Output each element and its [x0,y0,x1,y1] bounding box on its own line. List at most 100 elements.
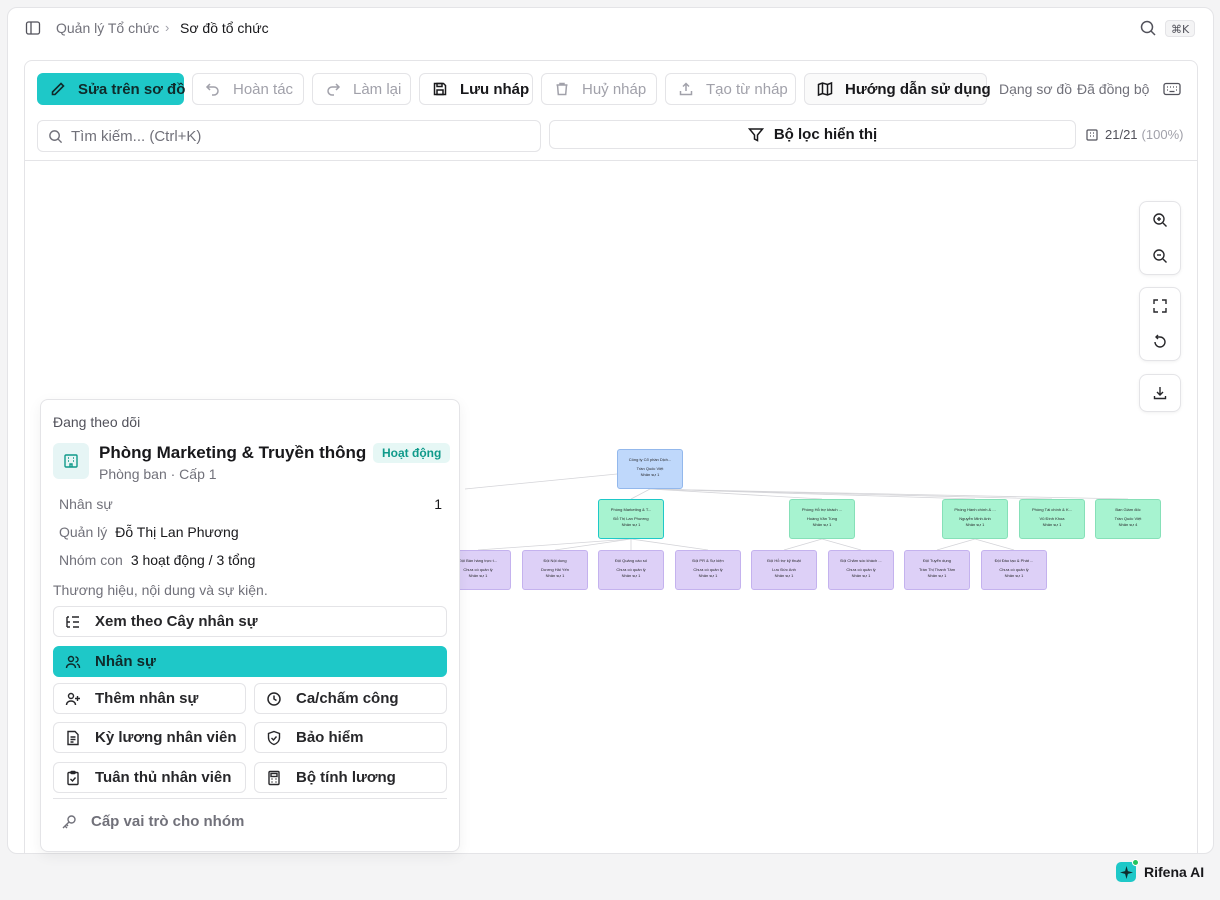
shield-check-icon [267,730,281,745]
user-guide-button[interactable]: Hướng dẫn sử dụng [804,73,991,105]
org-node-team[interactable]: Đội Nội dung Dương Hải Yến Nhân sự 1 [522,550,588,590]
card-subtitle: Phòng ban · Cấp 1 [99,466,217,482]
org-node-department-count: Nhân sự 1 [1042,522,1062,527]
org-node-team-count: Nhân sự 1 [621,573,641,578]
org-node-team[interactable]: Đội Hỗ trợ kỹ thuật Lưu Đức Anh Nhân sự 1 [751,550,817,590]
reset-icon [1154,334,1166,348]
org-node-department[interactable]: Phòng Hỗ trợ khách ... Hoàng Văn Tùng Nhân… [789,499,855,539]
org-node-department[interactable]: Ban Giám đốc Trần Quốc Việt Nhân sự 4 [1095,499,1161,539]
manager-value: Đỗ Thị Lan Phương [115,524,239,540]
save-draft-button[interactable]: Lưu nháp [419,73,533,105]
org-node-team[interactable]: Đội Đào tạo & Phát ... Chưa có quản lý Nhâ… [981,550,1047,590]
salary-calc-button[interactable]: Bộ tính lương [254,762,447,793]
chart-edge [554,538,632,551]
fullscreen-icon [1153,299,1167,313]
discard-draft-button[interactable]: Huỷ nháp [541,73,657,105]
pencil-icon [51,82,65,96]
search-icon[interactable] [1139,19,1157,37]
users-icon [65,655,81,668]
org-node-team-count: Nhân sự 1 [774,573,794,578]
org-node-team-title: Đội Nội dung [543,558,567,563]
tree-view-label: Xem theo Cây nhân sự [95,613,258,630]
staff-button[interactable]: Nhân sự [53,646,447,677]
breadcrumb-parent[interactable]: Quản lý Tổ chức [56,20,159,36]
department-icon-wrap [53,443,89,479]
view-mode-toggle[interactable]: Dạng sơ đồ [999,81,1072,97]
insurance-label: Bảo hiểm [296,729,364,746]
payroll-period-label: Kỳ lương nhân viên [95,729,237,746]
insurance-button[interactable]: Bảo hiểm [254,722,447,753]
headcount-row: Nhân sự [59,496,113,512]
search-icon [49,129,63,143]
upload-icon [679,82,693,96]
ai-logo-icon [1116,859,1139,882]
count-value: 21/21 [1105,127,1138,142]
payroll-period-button[interactable]: Kỳ lương nhân viên [53,722,246,753]
download-button[interactable] [1140,375,1180,411]
org-node-department[interactable]: Phòng Hành chính & ... Nguyễn Minh Anh Nhâ… [942,499,1008,539]
download-icon [1153,387,1167,400]
org-node-team-title: Đội PR & Sự kiện [692,558,724,563]
card-divider [53,798,447,799]
tree-view-button[interactable]: Xem theo Cây nhân sự [53,606,447,637]
redo-label: Làm lại [353,80,402,98]
building-icon [64,454,78,468]
display-filter-button[interactable]: Bộ lọc hiển thị [549,120,1076,149]
sidebar-toggle-icon[interactable] [25,20,41,36]
create-from-draft-button[interactable]: Tạo từ nháp [665,73,796,105]
org-node-department-title: Ban Giám đốc [1115,507,1141,512]
org-node-department-title: Phòng Hỗ trợ khách ... [801,507,843,512]
shifts-label: Ca/chấm công [296,690,399,707]
chart-edge [630,538,709,551]
compliance-button[interactable]: Tuân thủ nhân viên [53,762,246,793]
org-node-team[interactable]: Đội PR & Sự kiện Chưa có quản lý Nhân sự 1 [675,550,741,590]
subgroups-label: Nhóm con [59,552,123,568]
calculator-icon [268,770,280,785]
chart-edge [649,488,1129,500]
zoom-controls [1139,201,1181,275]
visible-count: 21/21 (100%) [1085,127,1183,142]
headcount-label: Nhân sự [59,496,113,512]
save-icon [433,82,447,96]
org-node-department[interactable]: Phòng Marketing & T... Đỗ Thị Lan Phương N… [598,499,664,539]
undo-label: Hoàn tác [233,80,294,98]
org-node-team-title: Đội Hỗ trợ kỹ thuật [767,558,801,563]
fit-view-button[interactable] [1140,288,1180,324]
chart-edge [974,538,1015,551]
org-node-team-count: Nhân sự 1 [545,573,565,578]
org-node-team[interactable]: Đội Chăm sóc khách ... Chưa có quản lý Nhâ… [828,550,894,590]
zoom-out-button[interactable] [1140,238,1180,274]
status-badge: Hoạt động [373,443,451,463]
reset-view-button[interactable] [1140,324,1180,360]
assign-role-button[interactable]: Cấp vai trò cho nhóm [61,813,244,830]
org-node-team-count: Nhân sự 1 [698,573,718,578]
org-node-department[interactable]: Phòng Tài chính & K... Vũ Đình Khoa Nhân s… [1019,499,1085,539]
org-node-root[interactable]: Công ty Cổ phần Dịch... Trần Quốc Việt Nhâ… [617,449,683,489]
selected-node-card: Đang theo dõi Phòng Marketing & Truyền t… [40,399,460,852]
org-node-team[interactable]: Đội Quảng cáo số Chưa có quản lý Nhân sự 1 [598,550,664,590]
chart-edge [630,488,651,500]
subgroups-row: Nhóm con 3 hoạt động / 3 tổng [59,552,255,568]
keyboard-icon[interactable] [1163,81,1181,97]
top-bar: Quản lý Tổ chức › Sơ đồ tổ chức ⌘K [8,8,1213,48]
search-field[interactable] [37,120,541,152]
add-staff-button[interactable]: Thêm nhân sự [53,683,246,714]
chart-edge [477,538,632,551]
zoom-in-button[interactable] [1140,202,1180,238]
search-input[interactable] [71,127,511,145]
edit-on-chart-button[interactable]: Sửa trên sơ đồ [37,73,185,105]
compliance-label: Tuân thủ nhân viên [95,769,232,786]
shifts-button[interactable]: Ca/chấm công [254,683,447,714]
breadcrumb-current: Sơ đồ tổ chức [180,20,269,36]
redo-button[interactable]: Làm lại [312,73,411,105]
sync-status: Đã đồng bộ [1077,81,1150,97]
assistant-label: Rifena AI [1144,864,1205,880]
undo-button[interactable]: Hoàn tác [192,73,304,105]
ai-assistant-button[interactable]: Rifena AI [1116,859,1205,882]
chart-edge [783,538,823,551]
online-dot [1132,859,1139,866]
user-plus-icon [65,692,80,705]
guide-label: Hướng dẫn sử dụng [845,80,991,98]
org-node-team[interactable]: Đội Tuyển dụng Trần Thị Thanh Tâm Nhân sự … [904,550,970,590]
org-node-department-count: Nhân sự 1 [812,522,832,527]
